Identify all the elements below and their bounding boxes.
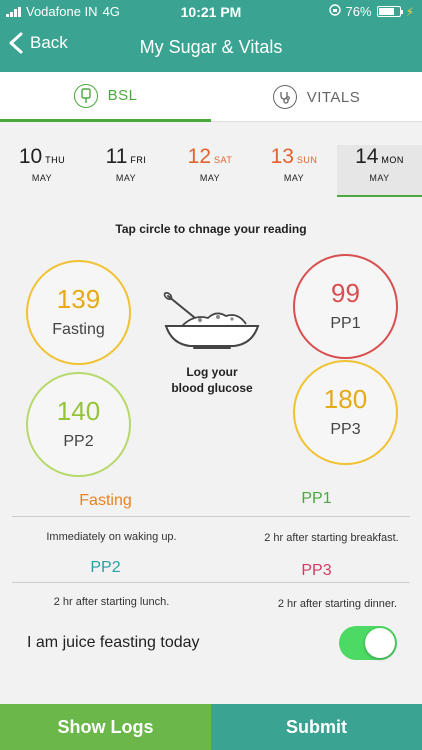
- pp3-label: PP3: [330, 421, 361, 438]
- pp2-label: PP2: [63, 433, 94, 450]
- stethoscope-icon: [272, 85, 297, 109]
- legend-pp2-desc: 2 hr after starting lunch.: [53, 596, 170, 608]
- pp1-value: 99: [331, 278, 360, 308]
- log-text-line1: Log your: [186, 365, 238, 379]
- juice-feasting-label: I am juice feasting today: [27, 634, 200, 651]
- date-dow: FRI: [130, 155, 147, 165]
- hint-text: Tap circle to chnage your reading: [115, 222, 307, 236]
- log-glucose-text: Log your blood glucose: [150, 364, 274, 396]
- date-dow: MON: [381, 155, 404, 165]
- date-strip: 10 THU MAY 11 FRI MAY 12 SAT MAY 13 SUN MAY …: [0, 145, 422, 197]
- legend-pp2-title: PP2: [90, 559, 121, 576]
- legend-divider: [12, 516, 410, 517]
- pp1-label: PP1: [330, 315, 361, 332]
- submit-button[interactable]: Submit: [211, 704, 422, 750]
- date-dow: THU: [45, 155, 66, 165]
- pp2-reading-circle[interactable]: 140 PP2: [26, 372, 131, 477]
- pp3-reading-circle[interactable]: 180 PP3: [293, 360, 398, 465]
- date-item-13[interactable]: 13 SUN MAY: [252, 145, 336, 197]
- date-month: MAY: [369, 173, 390, 183]
- date-day: 12: [187, 145, 211, 168]
- date-dow: SUN: [296, 155, 318, 165]
- legend-divider: [12, 582, 410, 583]
- legend-pp3-title: PP3: [301, 562, 332, 579]
- pp3-value: 180: [323, 384, 368, 414]
- date-month: MAY: [283, 173, 305, 183]
- date-day: 10: [18, 145, 43, 168]
- date-month: MAY: [115, 173, 137, 183]
- date-day: 11: [105, 145, 128, 168]
- legend-pp3-desc: 2 hr after starting dinner.: [277, 598, 398, 610]
- legend-pp1-desc: 2 hr after starting breakfast.: [264, 532, 399, 544]
- rotation-lock-icon: [328, 4, 341, 19]
- fasting-value: 139: [56, 284, 101, 314]
- date-item-10[interactable]: 10 THU MAY: [0, 145, 84, 197]
- toggle-knob: [365, 628, 395, 658]
- tab-vitals[interactable]: VITALS: [211, 72, 422, 122]
- legend-fasting-desc: Immediately on waking up.: [46, 531, 177, 543]
- tab-vitals-label: VITALS: [306, 88, 361, 106]
- charging-icon: ⚡: [405, 4, 414, 19]
- show-logs-button[interactable]: Show Logs: [0, 704, 211, 750]
- log-text-line2: blood glucose: [171, 381, 253, 395]
- legend-pp1-title: PP1: [301, 490, 332, 507]
- page-title: My Sugar & Vitals: [139, 37, 283, 57]
- fasting-reading-circle[interactable]: 139 Fasting: [26, 260, 131, 365]
- pp1-reading-circle[interactable]: 99 PP1: [293, 254, 398, 359]
- date-item-14[interactable]: 14 MON MAY: [337, 145, 422, 197]
- legend-fasting-title: Fasting: [79, 492, 132, 509]
- tab-bsl[interactable]: BSL: [0, 72, 211, 122]
- glucose-meter-icon: [73, 83, 98, 108]
- date-item-11[interactable]: 11 FRI MAY: [84, 145, 168, 197]
- date-month: MAY: [199, 173, 221, 183]
- nav-header: Back My Sugar & Vitals: [0, 22, 422, 72]
- battery-percent: 76%: [345, 4, 372, 19]
- status-bar: Vodafone IN 4G 10:21 PM 76% ⚡: [0, 0, 422, 22]
- date-item-12[interactable]: 12 SAT MAY: [168, 145, 252, 197]
- date-day: 13: [270, 145, 294, 168]
- food-bowl-icon: [163, 292, 260, 349]
- tab-bsl-label: BSL: [107, 87, 138, 104]
- tab-bar: BSL VITALS: [0, 72, 422, 122]
- pp2-value: 140: [56, 396, 101, 426]
- date-month: MAY: [31, 173, 53, 183]
- date-dow: SAT: [214, 155, 233, 165]
- date-day: 14: [355, 145, 379, 168]
- battery-icon: [376, 6, 403, 17]
- juice-feasting-toggle[interactable]: [339, 626, 397, 660]
- fasting-label: Fasting: [52, 321, 105, 338]
